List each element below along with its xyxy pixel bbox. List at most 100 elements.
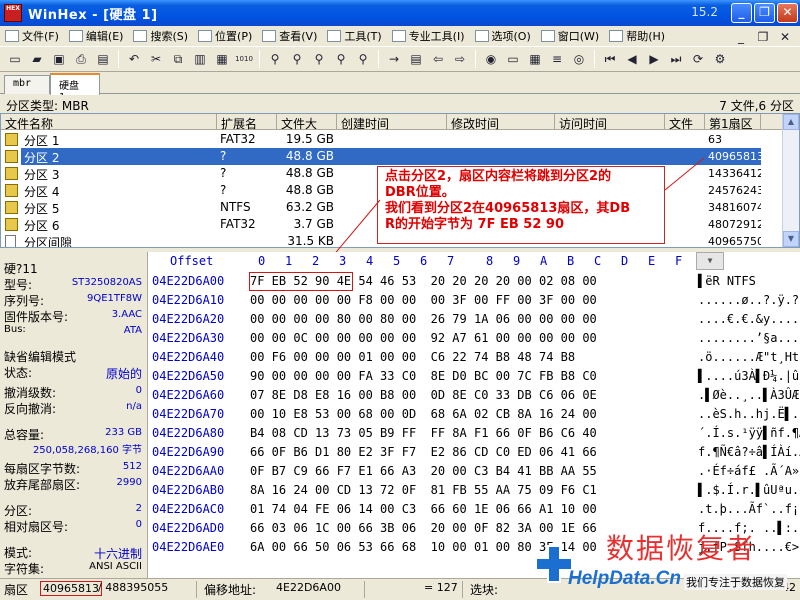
menu-view[interactable]: 查看(V)	[257, 26, 322, 46]
column-header-size[interactable]: 文件大	[277, 114, 337, 130]
paste-special-icon[interactable]: ▦	[213, 50, 231, 68]
ram-editor-icon[interactable]: ▭	[504, 50, 522, 68]
options-gear-icon[interactable]: ⚙	[711, 50, 729, 68]
hex-row-ascii[interactable]: .▌Øè..¸..▌À3ÛÆ..	[698, 388, 800, 402]
hex-row-bytes[interactable]: 00 00 0C 00 00 00 00 00 92 A7 61 00 00 0…	[250, 331, 597, 345]
hex-row-ascii[interactable]: ......ø..?.ÿ.?..	[698, 293, 800, 307]
find-again-icon[interactable]: ⚲	[354, 50, 372, 68]
status-offset-value[interactable]: 4E22D6A00	[276, 581, 341, 594]
next-sector-icon[interactable]: ▶	[645, 50, 663, 68]
status-sector-value[interactable]: 40965813	[40, 581, 102, 596]
hex-row[interactable]: 04E22D6A30 00 00 0C 00 00 00 00 00 92 A7 …	[148, 329, 800, 348]
hex-row[interactable]: 04E22D6A80 B4 08 CD 13 73 05 B9 FF FF 8A …	[148, 424, 800, 443]
hex-row-bytes[interactable]: 01 74 04 FE 06 14 00 C3 66 60 1E 06 66 A…	[250, 502, 597, 516]
hex-row-bytes[interactable]: 8A 16 24 00 CD 13 72 0F 81 FB 55 AA 75 0…	[250, 483, 597, 497]
hash-icon[interactable]: ≡	[548, 50, 566, 68]
hex-row[interactable]: 04E22D6A70 00 10 E8 53 00 68 00 0D 68 6A …	[148, 405, 800, 424]
replace-text-icon[interactable]: ⚲	[310, 50, 328, 68]
menu-position[interactable]: 位置(P)	[193, 26, 257, 46]
forward-icon[interactable]: ⇨	[451, 50, 469, 68]
goto-sector-icon[interactable]: ▤	[407, 50, 425, 68]
undo-icon[interactable]: ↶	[125, 50, 143, 68]
hex-row[interactable]: 04E22D6A90 66 0F B6 D1 80 E2 3F F7 E2 86 …	[148, 443, 800, 462]
column-header-modified[interactable]: 修改时间	[447, 114, 555, 130]
hex-row-bytes[interactable]: 90 00 00 00 00 FA 33 C0 8E D0 BC 00 7C F…	[250, 369, 597, 383]
goto-offset-icon[interactable]: →	[385, 50, 403, 68]
file-list-scrollbar[interactable]: ▲ ▼	[782, 114, 799, 247]
print-icon[interactable]: ⎙	[72, 50, 90, 68]
close-button[interactable]: ✕	[777, 3, 798, 23]
scroll-up-icon[interactable]: ▲	[783, 114, 799, 130]
hex-row-bytes[interactable]: 0F B7 C9 66 F7 E1 66 A3 20 00 C3 B4 41 B…	[250, 464, 597, 478]
disk-editor-icon[interactable]: ◉	[482, 50, 500, 68]
refresh-icon[interactable]: ⟳	[689, 50, 707, 68]
paste-icon[interactable]: ▥	[191, 50, 209, 68]
hex-row-ascii[interactable]: ´.Í.s.¹ÿÿ▌ñf.¶Æ@	[698, 426, 800, 440]
hex-row-ascii[interactable]: ........’§a.....	[698, 331, 800, 345]
column-header-attr[interactable]: 文件	[665, 114, 705, 130]
copy-icon[interactable]: ⧉	[169, 50, 187, 68]
tab-mbr[interactable]: mbr	[4, 75, 50, 94]
cut-icon[interactable]: ✂	[147, 50, 165, 68]
hex-row-bytes[interactable]: 66 03 06 1C 00 66 3B 06 20 00 0F 82 3A 0…	[250, 521, 597, 535]
new-file-icon[interactable]: ▭	[6, 50, 24, 68]
find-text-icon[interactable]: ⚲	[266, 50, 284, 68]
hex-row-bytes[interactable]: 00 00 00 00 80 00 80 00 26 79 1A 06 00 0…	[250, 312, 597, 326]
column-header-name[interactable]: 文件名称	[1, 114, 217, 130]
hex-row-ascii[interactable]: ....€.€.&y......	[698, 312, 800, 326]
hex-row[interactable]: 04E22D6AB0 8A 16 24 00 CD 13 72 0F 81 FB …	[148, 481, 800, 500]
hex-row-ascii[interactable]: ▌.$.Í.r.▌ûUªu.öÁ	[698, 483, 800, 497]
hex-row[interactable]: 04E22D6AC0 01 74 04 FE 06 14 00 C3 66 60 …	[148, 500, 800, 519]
last-sector-icon[interactable]: ⏭	[667, 50, 685, 68]
tab-disk-1[interactable]: 硬盘 1	[50, 73, 100, 103]
menu-edit[interactable]: 编辑(E)	[64, 26, 129, 46]
column-header-ext[interactable]: 扩展名	[217, 114, 277, 130]
hex-row-bytes[interactable]: 66 0F B6 D1 80 E2 3F F7 E2 86 CD C0 ED 0…	[250, 445, 597, 459]
binary-icon[interactable]: 1010	[235, 50, 253, 68]
analyze-icon[interactable]: ◎	[570, 50, 588, 68]
hex-row[interactable]: 04E22D6A50 90 00 00 00 00 FA 33 C0 8E D0 …	[148, 367, 800, 386]
hex-row[interactable]: 04E22D6A60 07 8E D8 E8 16 00 B8 00 0D 8E …	[148, 386, 800, 405]
hex-row-ascii[interactable]: .ö......Æ"t¸Ht¸	[698, 350, 800, 364]
ascii-column-dropdown[interactable]: ▼	[696, 252, 724, 270]
hex-row-bytes[interactable]: 07 8E D8 E8 16 00 B8 00 0D 8E C0 33 DB C…	[250, 388, 597, 402]
hex-row-ascii[interactable]: ▌....ú3À▌Ð¼.|û¸À	[698, 369, 800, 383]
properties-icon[interactable]: ▤	[94, 50, 112, 68]
menu-file[interactable]: 文件(F)	[0, 26, 64, 46]
hex-row[interactable]: 04E22D6AA0 0F B7 C9 66 F7 E1 66 A3 20 00 …	[148, 462, 800, 481]
mdi-minimize-icon[interactable]: _	[732, 28, 750, 46]
restore-button[interactable]: ❐	[754, 3, 775, 23]
hex-row[interactable]: 04E22D6A40 00 F6 00 00 00 01 00 00 C6 22 …	[148, 348, 800, 367]
list-item[interactable]: 分区 1 FAT32 19.5 GB 63	[1, 131, 783, 148]
column-header-accessed[interactable]: 访问时间	[555, 114, 665, 130]
hex-row-bytes[interactable]: B4 08 CD 13 73 05 B9 FF FF 8A F1 66 0F B…	[250, 426, 597, 440]
scroll-down-icon[interactable]: ▼	[783, 231, 799, 247]
hex-row-ascii[interactable]: .·Éf÷áf£ .Ã´A»ªU	[698, 464, 800, 478]
hex-row-bytes[interactable]: 00 10 E8 53 00 68 00 0D 68 6A 02 CB 8A 1…	[250, 407, 597, 421]
list-item-selected[interactable]: 分区 2 ? 48.8 GB 40965813	[1, 148, 783, 165]
prev-sector-icon[interactable]: ◀	[623, 50, 641, 68]
menu-window[interactable]: 窗口(W)	[536, 26, 604, 46]
hex-row-bytes[interactable]: 00 00 00 00 00 F8 00 00 00 3F 00 FF 00 3…	[250, 293, 597, 307]
winhex-app-icon[interactable]: HEX	[4, 4, 22, 22]
hex-row-ascii[interactable]: .t.þ...Ãf`..f¡..	[698, 502, 800, 516]
hex-row-ascii[interactable]: ..èS.h..hj.Ë▌.$.	[698, 407, 800, 421]
menu-tools[interactable]: 工具(T)	[322, 26, 386, 46]
find-hex-icon[interactable]: ⚲	[288, 50, 306, 68]
menu-help[interactable]: 帮助(H)	[604, 26, 670, 46]
mdi-restore-icon[interactable]: ❐	[754, 28, 772, 46]
replace-hex-icon[interactable]: ⚲	[332, 50, 350, 68]
back-icon[interactable]: ⇦	[429, 50, 447, 68]
menu-search[interactable]: 搜索(S)	[128, 26, 193, 46]
hex-row-ascii[interactable]: ▌ëR NTFS	[698, 274, 756, 288]
hex-row[interactable]: 04E22D6A00 7F EB 52 90 4E 54 46 53 20 20 …	[148, 272, 800, 291]
hex-row[interactable]: 04E22D6A20 00 00 00 00 80 00 80 00 26 79 …	[148, 310, 800, 329]
menu-pro-tools[interactable]: 专业工具(I)	[387, 26, 470, 46]
mdi-close-icon[interactable]: ✕	[776, 28, 794, 46]
hex-row-bytes[interactable]: 00 F6 00 00 00 01 00 00 C6 22 74 B8 48 7…	[250, 350, 575, 364]
minimize-button[interactable]: _	[731, 3, 752, 23]
open-folder-icon[interactable]: ▰	[28, 50, 46, 68]
hex-row[interactable]: 04E22D6A10 00 00 00 00 00 F8 00 00 00 3F …	[148, 291, 800, 310]
first-sector-icon[interactable]: ⏮	[601, 50, 619, 68]
calculator-icon[interactable]: ▦	[526, 50, 544, 68]
